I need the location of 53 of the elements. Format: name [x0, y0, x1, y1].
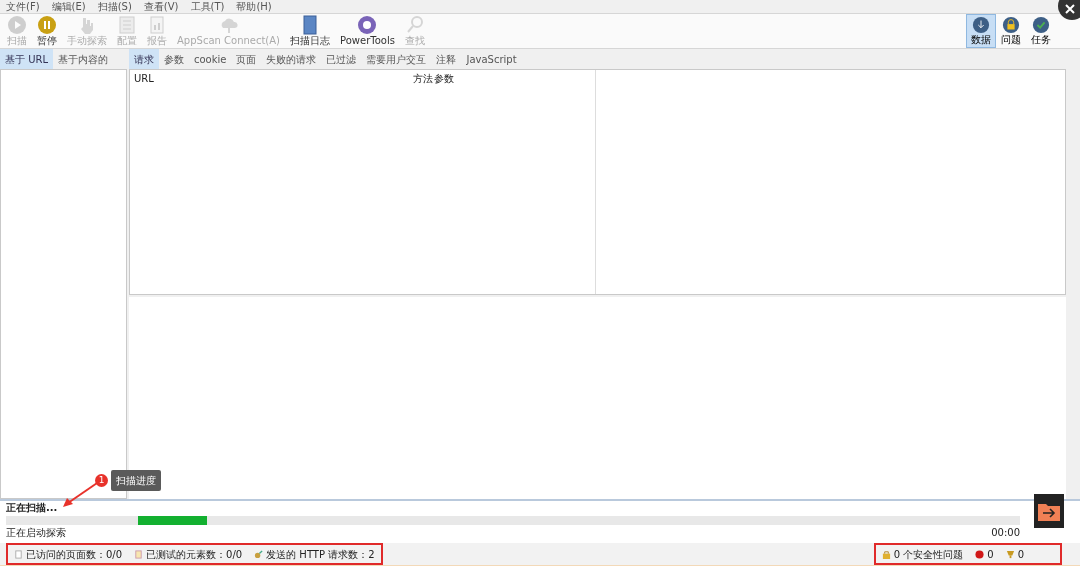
menu-item[interactable]: 扫描(S)	[97, 0, 132, 13]
download-icon	[972, 16, 990, 34]
column-header[interactable]: 参数	[434, 71, 454, 86]
column-header[interactable]: URL	[134, 71, 154, 86]
status-text: 已访问的页面数：0/0	[26, 547, 123, 562]
view-button[interactable]: 数据	[966, 14, 996, 48]
tab[interactable]: 注释	[431, 48, 462, 70]
tab[interactable]: 请求	[129, 48, 159, 70]
toolbar-button[interactable]: 扫描日志	[285, 14, 336, 48]
lock-icon	[881, 549, 891, 559]
search-icon	[404, 15, 425, 35]
tab[interactable]: cookie	[189, 48, 232, 70]
status-text: 0	[1017, 547, 1024, 562]
annotation-tooltip: 扫描进度	[111, 470, 161, 491]
tab[interactable]: JavaScript	[461, 48, 522, 70]
menu-item[interactable]: 编辑(E)	[51, 0, 86, 13]
toolbar-button[interactable]: PowerTools	[335, 14, 400, 48]
tab[interactable]: 需要用户交互	[361, 48, 432, 70]
status-text: 0	[987, 547, 994, 562]
tab[interactable]: 失败的请求	[261, 48, 322, 70]
tab[interactable]: 参数	[159, 48, 189, 70]
folder-arrow-icon	[1037, 501, 1061, 521]
tab[interactable]: 基于 URL	[0, 48, 54, 70]
lock-icon	[1002, 16, 1020, 34]
document-icon	[147, 15, 167, 35]
menu-item[interactable]: 文件(F)	[6, 0, 40, 13]
send-icon	[254, 549, 264, 559]
toolbar-button[interactable]: 暂停	[32, 14, 62, 48]
page-icon	[14, 549, 23, 559]
tab[interactable]: 基于内容的	[53, 48, 114, 70]
elapsed-time: 00:00	[991, 527, 1020, 539]
view-button[interactable]: 问题	[996, 14, 1026, 48]
play-icon	[7, 15, 27, 35]
status-text: 发送的 HTTP 请求数：2	[266, 547, 375, 562]
check-icon	[1032, 16, 1050, 34]
close-icon	[1065, 4, 1075, 14]
scan-status-title: 正在扫描...	[6, 502, 59, 514]
menu-item[interactable]: 工具(T)	[190, 0, 225, 13]
menu-item[interactable]: 帮助(H)	[236, 0, 272, 13]
column-header[interactable]: 方法	[413, 71, 433, 86]
tab[interactable]: 已过滤	[321, 48, 362, 70]
view-button[interactable]: 任务	[1026, 14, 1056, 48]
document-icon	[134, 549, 144, 559]
trophy-icon	[1005, 549, 1015, 559]
scan-message: 正在启动探索	[6, 527, 66, 539]
menu-item[interactable]: 查看(V)	[143, 0, 179, 13]
status-text: 已测试的元素数：0/0	[146, 547, 243, 562]
list-icon	[117, 15, 137, 35]
export-button[interactable]	[1034, 494, 1064, 528]
tab[interactable]: 页面	[231, 48, 262, 70]
error-icon	[975, 549, 985, 559]
status-text: 0 个安全性问题	[893, 547, 964, 562]
progress-marquee	[138, 516, 207, 525]
